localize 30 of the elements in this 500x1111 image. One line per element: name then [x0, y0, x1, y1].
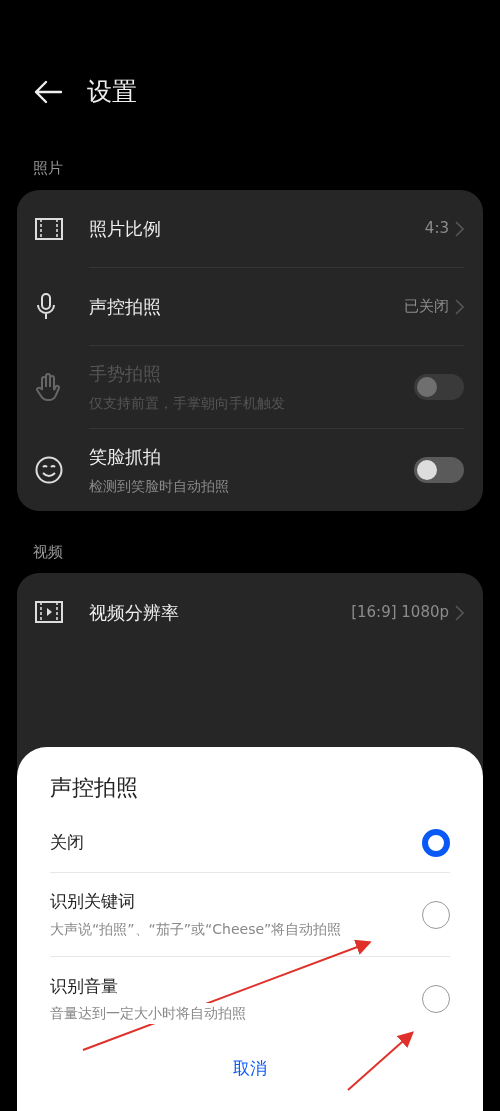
- option-label: 识别音量: [50, 974, 119, 998]
- cancel-button[interactable]: 取消: [227, 1055, 273, 1083]
- setting-value[interactable]: 4:3: [424, 216, 449, 240]
- setting-title: 声控拍照: [89, 294, 161, 319]
- setting-description: 检测到笑脸时自动拍照: [89, 476, 229, 496]
- option-label: 识别关键词: [50, 890, 136, 914]
- hand-icon: [35, 373, 61, 401]
- setting-value[interactable]: 已关闭: [404, 294, 449, 318]
- chevron-icon[interactable]: [455, 604, 464, 621]
- dialog-title: 声控拍照: [50, 775, 139, 802]
- microphone-icon: [35, 292, 57, 321]
- option-label: 关闭: [50, 831, 84, 855]
- setting-title: 笑脸抓拍: [89, 444, 162, 469]
- option-description: 音量达到一定大小时将自动拍照: [50, 1003, 246, 1025]
- setting-title: 照片比例: [89, 216, 161, 241]
- toggle-switch[interactable]: [414, 456, 464, 483]
- smiley-icon: [35, 455, 63, 484]
- section-label: 照片: [32, 158, 64, 179]
- radio-button[interactable]: [422, 985, 450, 1014]
- radio-button[interactable]: [422, 900, 450, 929]
- chevron-icon[interactable]: [455, 298, 464, 315]
- film-frame-icon: [35, 217, 63, 240]
- chevron-icon[interactable]: [455, 220, 464, 237]
- setting-value[interactable]: [16:9] 1080p: [351, 600, 449, 624]
- radio-button[interactable]: [422, 828, 450, 857]
- video-frame-icon: [35, 601, 63, 623]
- page-title: 设置: [87, 77, 137, 107]
- back-icon[interactable]: [33, 80, 63, 104]
- section-label: 视频: [32, 541, 64, 563]
- setting-title: 视频分辨率: [89, 600, 179, 625]
